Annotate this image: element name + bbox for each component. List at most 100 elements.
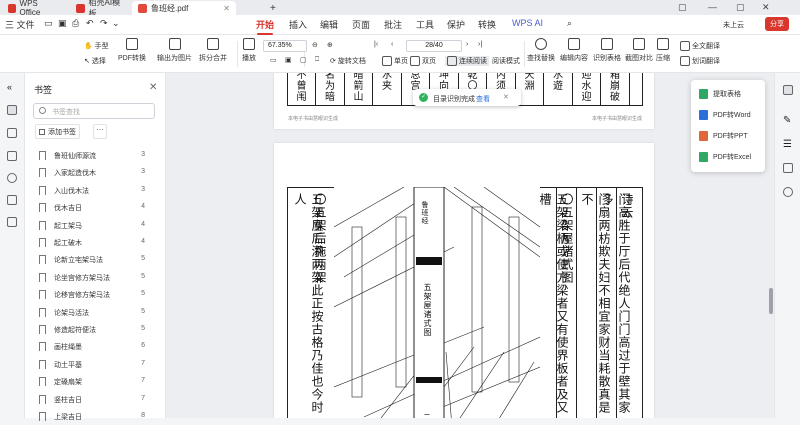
bookmark-search-input[interactable]: 书签查找	[33, 103, 155, 119]
close-window-icon[interactable]: ✕	[762, 2, 770, 13]
full-translate-button[interactable]: 全文翻译	[680, 41, 720, 52]
thumbnail-icon[interactable]	[7, 128, 17, 138]
print-icon[interactable]: ⎙	[72, 18, 79, 29]
bookmark-item[interactable]: 起工破木 4	[39, 235, 157, 251]
bookmark-view-icon[interactable]: ⎕	[315, 56, 319, 64]
open-icon[interactable]: ▭	[44, 18, 53, 29]
wps-ai-menu[interactable]: WPS AI	[512, 18, 543, 28]
undo-icon[interactable]: ↶	[86, 18, 94, 29]
restore-icon[interactable]: ▢	[678, 2, 687, 13]
signature-icon[interactable]	[7, 195, 17, 205]
select-tool-button[interactable]: ↖ 选择	[84, 56, 106, 66]
menu-convert[interactable]: 转换	[478, 18, 496, 31]
history-icon[interactable]	[783, 187, 793, 197]
bookmark-item[interactable]: 动土平基 7	[39, 357, 157, 373]
edit-icon[interactable]: ✎	[783, 115, 793, 126]
tab-pdf-document[interactable]: 鲁班经.pdf ✕	[132, 1, 236, 15]
bookmark-item[interactable]: 入家起造伐木 3	[39, 165, 157, 181]
bookmark-item[interactable]: 上梁吉日 8	[39, 409, 157, 425]
bookmark-item[interactable]: 起工架马 4	[39, 218, 157, 234]
bookmark-item[interactable]: 论新立宅架马法 5	[39, 252, 157, 268]
bookmark-item[interactable]: 入山伐木法 3	[39, 183, 157, 199]
toast-close-icon[interactable]: ✕	[503, 93, 509, 101]
menu-annotate[interactable]: 批注	[384, 18, 402, 31]
first-page-icon[interactable]: |‹	[374, 41, 378, 48]
hand-tool-button[interactable]: ✋ 手型	[84, 41, 109, 51]
popup-item[interactable]: 提取表格	[699, 87, 741, 101]
read-mode-button[interactable]: 阅读模式	[492, 56, 520, 66]
bookmark-item[interactable]: 论移宫修方架马法 5	[39, 287, 157, 303]
tab-wps-office[interactable]: WPS Office	[2, 0, 60, 17]
screenshot-compare-button[interactable]: 截图对比	[625, 38, 653, 63]
split-merge-button[interactable]: 拆分合并	[199, 38, 227, 63]
rotate-button[interactable]: ⟳ 旋转文档	[330, 56, 366, 66]
document-scrollbar[interactable]	[769, 288, 773, 314]
ocr-table-button[interactable]: 识别表格	[593, 38, 621, 63]
fit-page-icon[interactable]: ▣	[285, 56, 292, 64]
continuous-read-button[interactable]: 连续阅读	[445, 56, 489, 67]
zoom-in-icon[interactable]: ⊕	[327, 41, 333, 49]
menu-insert[interactable]: 插入	[289, 18, 307, 31]
close-panel-icon[interactable]: ✕	[149, 82, 157, 93]
file-menu[interactable]: 三 文件	[5, 18, 35, 31]
tab-template[interactable]: 稻壳AI模板	[70, 0, 132, 18]
share-button[interactable]: 分享	[765, 17, 789, 31]
close-tab-icon[interactable]: ✕	[223, 4, 230, 13]
bookmark-item[interactable]: 定磉扇架 7	[39, 374, 157, 390]
expand-icon[interactable]: «	[7, 82, 17, 92]
layers-icon[interactable]	[7, 217, 17, 227]
single-page-button[interactable]: 单页	[382, 56, 408, 67]
popup-item[interactable]: PDF转Word	[699, 108, 751, 122]
zoom-out-icon[interactable]: ⊖	[312, 41, 318, 49]
page-number-input[interactable]: 28/40	[406, 40, 462, 52]
menu-start[interactable]: 开始	[256, 18, 274, 35]
menu-protect[interactable]: 保护	[447, 18, 465, 31]
prev-page-icon[interactable]: ‹	[391, 41, 393, 48]
bookmark-item[interactable]: 鲁班仙师源流 3	[39, 148, 157, 164]
next-page-icon[interactable]: ›	[466, 41, 468, 48]
minimize-icon[interactable]: —	[708, 2, 717, 12]
search-icon[interactable]: ⌕	[567, 18, 572, 29]
compress-button[interactable]: 压缩	[656, 38, 670, 63]
cloud-status[interactable]: 未上云	[723, 20, 744, 30]
find-replace-button[interactable]: 查找替换	[527, 38, 555, 63]
quick-access-more-icon[interactable]: ⌄	[112, 18, 120, 29]
edit-content-button[interactable]: 编辑内容	[560, 38, 588, 63]
double-page-button[interactable]: 双页	[410, 56, 436, 67]
bookmark-item[interactable]: 伐木吉日 4	[39, 200, 157, 216]
more-options-button[interactable]: ···	[93, 124, 107, 139]
add-bookmark-button[interactable]: 添加书签	[35, 124, 80, 139]
convert-panel-icon[interactable]	[783, 85, 793, 95]
play-button[interactable]: 播放	[242, 38, 256, 63]
settings-sliders-icon[interactable]: ☰	[783, 139, 793, 150]
toast-view-link[interactable]: 查看	[476, 94, 490, 104]
popup-item[interactable]: PDF转PPT	[699, 129, 748, 143]
bookmark-item[interactable]: 竖柱吉日 7	[39, 392, 157, 408]
pdf-convert-button[interactable]: PDF转换	[118, 38, 146, 63]
popup-item[interactable]: PDF转Excel	[699, 150, 751, 164]
attachment-icon[interactable]	[7, 173, 17, 183]
last-page-icon[interactable]: ›|	[478, 41, 482, 48]
new-tab-button[interactable]: +	[264, 1, 284, 15]
menu-tools[interactable]: 工具	[416, 18, 434, 31]
word-translate-button[interactable]: 划词翻译	[680, 56, 720, 67]
bookmark-item[interactable]: 论坐宫修方架马法 5	[39, 270, 157, 286]
zoom-level-input[interactable]: 67.35%	[263, 40, 307, 52]
actual-size-icon[interactable]: ▢	[300, 56, 307, 64]
redo-icon[interactable]: ↷	[100, 18, 108, 29]
export-image-button[interactable]: 输出为图片	[157, 38, 192, 63]
comment-icon[interactable]	[7, 151, 17, 161]
save-icon[interactable]: ▣	[58, 18, 67, 29]
menu-edit[interactable]: 编辑	[320, 18, 338, 31]
panel-title: 书签	[34, 85, 53, 95]
bookmark-icon	[39, 203, 46, 213]
property-icon[interactable]	[783, 163, 793, 173]
bookmark-item[interactable]: 论架马活法 5	[39, 305, 157, 321]
bookmark-page: 3	[141, 185, 145, 193]
bookmark-panel-icon[interactable]	[7, 105, 17, 115]
bookmark-item[interactable]: 画柱绳墨 6	[39, 339, 157, 355]
menu-page[interactable]: 页面	[352, 18, 370, 31]
fit-width-icon[interactable]: ▭	[270, 56, 277, 64]
maximize-icon[interactable]: ▢	[736, 2, 745, 13]
bookmark-item[interactable]: 修造起符便法 5	[39, 322, 157, 338]
